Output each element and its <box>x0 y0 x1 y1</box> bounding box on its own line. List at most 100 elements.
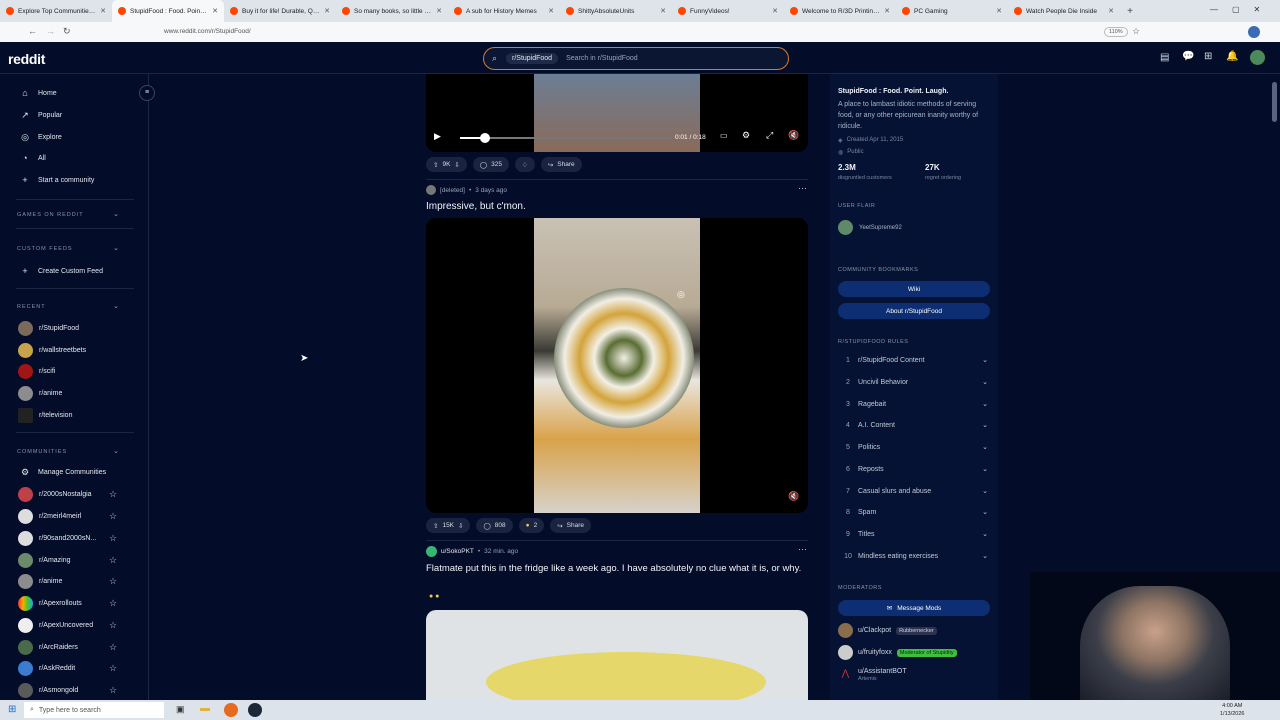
post-menu-icon[interactable]: ⋯ <box>798 544 807 555</box>
chevron-down-icon[interactable]: ⌄ <box>982 508 988 516</box>
rule-item[interactable]: 5 Politics ⌄ <box>838 441 988 453</box>
close-icon[interactable]: ✕ <box>660 7 666 15</box>
profile-avatar[interactable] <box>1248 26 1260 38</box>
moderator-item[interactable]: u/fruityfoxx Moderator of Stupidity <box>838 645 957 660</box>
mute-icon[interactable]: 🔇 <box>788 491 799 502</box>
steam-icon[interactable] <box>248 703 262 717</box>
recent-item[interactable]: r/scifi <box>18 363 128 379</box>
forward-icon[interactable]: → <box>46 26 55 36</box>
message-mods-button[interactable]: ✉ Message Mods <box>838 600 990 616</box>
fullscreen-icon[interactable]: ⤢ <box>766 130 773 141</box>
browser-tab-active[interactable]: StupidFood : Food. Point. Laugh. ✕ <box>112 0 224 22</box>
video-player[interactable]: ▶ 0:01 / 0:18 ▭ ⚙ ⤢ 🔇 <box>426 74 808 152</box>
community-item[interactable]: r/90sand2000sN... ☆ <box>18 530 128 546</box>
browser-tab[interactable]: So many books, so little time ✕ <box>336 0 448 22</box>
recent-item[interactable]: r/anime <box>18 385 128 401</box>
nav-popular[interactable]: ↗ Popular <box>20 108 62 122</box>
post-menu-icon[interactable]: ⋯ <box>798 183 807 194</box>
nav-explore[interactable]: ◎ Explore <box>20 130 62 144</box>
star-icon[interactable]: ☆ <box>109 489 117 500</box>
star-icon[interactable]: ☆ <box>109 598 117 609</box>
user-avatar[interactable] <box>1250 50 1265 65</box>
advertise-icon[interactable]: ▤ <box>1160 52 1169 63</box>
browser-tab[interactable]: Welcome to R/3D Printing! Con ✕ <box>784 0 896 22</box>
rule-item[interactable]: 1 r/StupidFood Content ⌄ <box>838 354 988 366</box>
award-button[interactable]: ● 2 <box>518 518 545 533</box>
browser-tab[interactable]: PC Gaming ✕ <box>896 0 1008 22</box>
close-icon[interactable]: ✕ <box>324 7 330 15</box>
nav-home[interactable]: ⌂ Home <box>20 86 56 100</box>
section-games[interactable]: GAMES ON REDDIT <box>17 212 84 218</box>
browser-tab[interactable]: A sub for History Memes ✕ <box>448 0 560 22</box>
chevron-down-icon[interactable]: ⌄ <box>982 465 988 473</box>
user-avatar[interactable] <box>426 546 437 557</box>
browser-tab[interactable]: Watch People Die Inside ✕ <box>1008 0 1120 22</box>
chevron-down-icon[interactable]: ⌄ <box>982 356 988 364</box>
community-item[interactable]: r/AskReddit ☆ <box>18 660 128 676</box>
star-icon[interactable]: ☆ <box>109 576 117 587</box>
moderator-item[interactable]: ⋀ u/AssistantBOT Artemis <box>838 668 907 683</box>
back-icon[interactable]: ← <box>28 26 37 36</box>
comments-button[interactable]: ◯ 325 <box>472 157 509 172</box>
wiki-button[interactable]: Wiki <box>838 281 990 297</box>
search-community-chip[interactable]: r/StupidFood <box>506 53 559 64</box>
community-item[interactable]: r/Asmongold ☆ <box>18 682 128 698</box>
manage-communities[interactable]: ⚙ Manage Communities <box>20 465 106 479</box>
firefox-icon[interactable] <box>224 703 238 717</box>
windows-start-icon[interactable]: ⊞ <box>8 704 16 715</box>
browser-tab[interactable]: Buy it for life! Durable, Quality, I✕ <box>224 0 336 22</box>
downvote-icon[interactable]: ⇩ <box>458 522 463 530</box>
star-icon[interactable]: ☆ <box>109 642 117 653</box>
chevron-down-icon[interactable]: ⌄ <box>113 447 119 455</box>
rule-item[interactable]: 2 Uncivil Behavior ⌄ <box>838 376 988 388</box>
zoom-indicator[interactable]: 110% <box>1104 27 1128 37</box>
url-field[interactable]: www.reddit.com/r/StupidFood/ <box>164 28 251 35</box>
create-custom-feed[interactable]: + Create Custom Feed <box>20 264 103 278</box>
community-item[interactable]: r/ArcRaiders ☆ <box>18 639 128 655</box>
close-icon[interactable]: ✕ <box>884 7 890 15</box>
search-input[interactable]: ⌕ r/StupidFood Search in r/StupidFood <box>483 47 789 70</box>
star-icon[interactable]: ☆ <box>109 533 117 544</box>
post-author[interactable]: [deleted] <box>440 187 465 194</box>
video-progress-track[interactable] <box>460 133 672 143</box>
close-icon[interactable]: ✕ <box>548 7 554 15</box>
video-player[interactable]: ◎ 🔇 <box>426 218 808 513</box>
settings-icon[interactable]: ⚙ <box>742 130 750 141</box>
mute-icon[interactable]: 🔇 <box>788 130 799 141</box>
rule-item[interactable]: 7 Casual slurs and abuse ⌄ <box>838 485 988 497</box>
chevron-down-icon[interactable]: ⌄ <box>982 530 988 538</box>
user-flair[interactable]: YeetSupreme92 <box>838 220 902 235</box>
chevron-down-icon[interactable]: ⌄ <box>113 244 119 252</box>
upvote-icon[interactable]: ⇧ <box>433 161 438 169</box>
close-icon[interactable]: ✕ <box>996 7 1002 15</box>
rule-item[interactable]: 8 Spam ⌄ <box>838 506 988 518</box>
community-item[interactable]: r/2meirl4meirl ☆ <box>18 508 128 524</box>
chevron-down-icon[interactable]: ⌄ <box>113 210 119 218</box>
star-icon[interactable]: ☆ <box>109 620 117 631</box>
play-icon[interactable]: ▶ <box>434 131 441 142</box>
nav-all[interactable]: ◔ All <box>20 151 46 165</box>
award-button[interactable]: ♢ <box>515 157 535 172</box>
chat-icon[interactable]: 💬 <box>1182 51 1194 62</box>
star-icon[interactable]: ☆ <box>109 685 117 696</box>
scrollbar-thumb[interactable] <box>1272 82 1277 122</box>
star-icon[interactable]: ☆ <box>109 555 117 566</box>
close-icon[interactable]: ✕ <box>1108 7 1114 15</box>
vote-control[interactable]: ⇧ 9K ⇩ <box>426 157 467 172</box>
chevron-down-icon[interactable]: ⌄ <box>982 378 988 386</box>
star-icon[interactable]: ☆ <box>109 511 117 522</box>
chevron-down-icon[interactable]: ⌄ <box>982 487 988 495</box>
browser-tab[interactable]: ShittyAbsoluteUnits ✕ <box>560 0 672 22</box>
reddit-logo[interactable]: reddit <box>8 51 45 67</box>
taskbar-search[interactable]: ⌕ Type here to search <box>24 702 164 718</box>
chevron-down-icon[interactable]: ⌄ <box>982 552 988 560</box>
community-item[interactable]: r/Amazing ☆ <box>18 552 128 568</box>
section-recent[interactable]: RECENT <box>17 304 46 310</box>
comments-button[interactable]: ◯ 808 <box>476 518 513 533</box>
system-clock[interactable]: 4:00 AM 1/13/2026 <box>1220 702 1244 718</box>
close-icon[interactable]: ✕ <box>436 7 442 15</box>
community-item[interactable]: r/ApexUncovered ☆ <box>18 617 128 633</box>
new-tab-button[interactable]: + <box>1120 6 1140 17</box>
section-communities[interactable]: COMMUNITIES <box>17 449 67 455</box>
section-custom-feeds[interactable]: CUSTOM FEEDS <box>17 246 73 252</box>
